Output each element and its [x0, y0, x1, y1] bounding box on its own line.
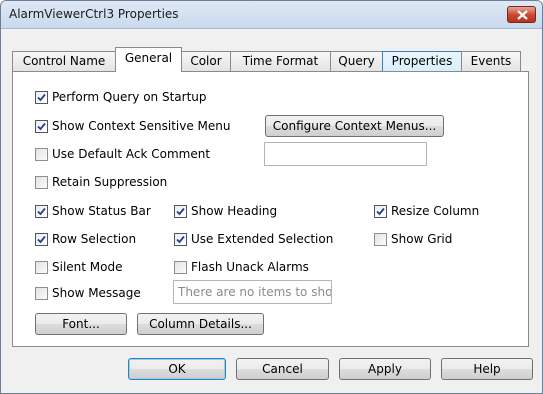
ack-comment-input[interactable]: [264, 142, 427, 166]
checkbox-label: Use Default Ack Comment: [52, 147, 211, 161]
checkmark-icon: [37, 235, 46, 244]
checkbox-box: [35, 205, 48, 218]
tab-query[interactable]: Query: [330, 51, 383, 71]
tab-events[interactable]: Events: [461, 51, 521, 71]
properties-dialog: AlarmViewerCtrl3 Properties Control Name…: [0, 0, 543, 394]
checkmark-icon: [37, 207, 46, 216]
checkbox-box: [174, 205, 187, 218]
cancel-button[interactable]: Cancel: [236, 358, 329, 380]
ok-button[interactable]: OK: [128, 358, 226, 380]
tab-general[interactable]: General: [115, 47, 182, 72]
checkbox-label: Show Grid: [391, 232, 453, 246]
checkbox-label: Resize Column: [391, 204, 480, 218]
checkbox-box: [374, 205, 387, 218]
checkbox-label: Retain Suppression: [52, 175, 168, 189]
checkbox-box: [174, 233, 187, 246]
checkmark-icon: [37, 122, 46, 131]
checkbox-box: [174, 261, 187, 274]
checkmark-icon: [176, 207, 185, 216]
checkbox-label: Row Selection: [52, 232, 137, 246]
checkmark-icon: [176, 235, 185, 244]
checkbox-box: [35, 233, 48, 246]
checkmark-icon: [376, 207, 385, 216]
checkbox-box: [35, 120, 48, 133]
checkbox-box: [35, 287, 48, 300]
tab-color[interactable]: Color: [181, 51, 231, 71]
general-tab-panel: Perform Query on Startup Show Context Se…: [12, 71, 529, 347]
checkbox-label: Show Context Sensitive Menu: [52, 119, 231, 133]
checkmark-icon: [37, 93, 46, 102]
checkbox-box: [35, 91, 48, 104]
checkbox-box: [35, 148, 48, 161]
checkbox-label: Use Extended Selection: [191, 232, 334, 246]
checkbox-box: [35, 261, 48, 274]
checkbox-box: [374, 233, 387, 246]
help-button[interactable]: Help: [441, 358, 533, 380]
checkbox-label: Show Status Bar: [52, 204, 151, 218]
checkbox-box: [35, 176, 48, 189]
apply-button[interactable]: Apply: [339, 358, 431, 380]
close-icon: [517, 10, 528, 20]
message-text-input[interactable]: There are no items to sho: [173, 280, 332, 304]
title-bar: AlarmViewerCtrl3 Properties: [1, 1, 542, 29]
checkbox-label: Show Message: [52, 286, 141, 300]
font-button[interactable]: Font...: [35, 313, 127, 335]
checkbox-label: Silent Mode: [52, 260, 123, 274]
configure-context-menus-button[interactable]: Configure Context Menus...: [265, 115, 444, 137]
column-details-button[interactable]: Column Details...: [137, 313, 264, 335]
checkbox-label: Flash Unack Alarms: [191, 260, 309, 274]
tab-control-name[interactable]: Control Name: [12, 51, 116, 71]
checkbox-label: Perform Query on Startup: [52, 90, 207, 104]
window-title: AlarmViewerCtrl3 Properties: [9, 7, 179, 21]
checkbox-label: Show Heading: [191, 204, 278, 218]
close-button[interactable]: [507, 6, 536, 23]
tab-time-format[interactable]: Time Format: [230, 51, 331, 71]
tab-properties[interactable]: Properties: [382, 51, 462, 71]
